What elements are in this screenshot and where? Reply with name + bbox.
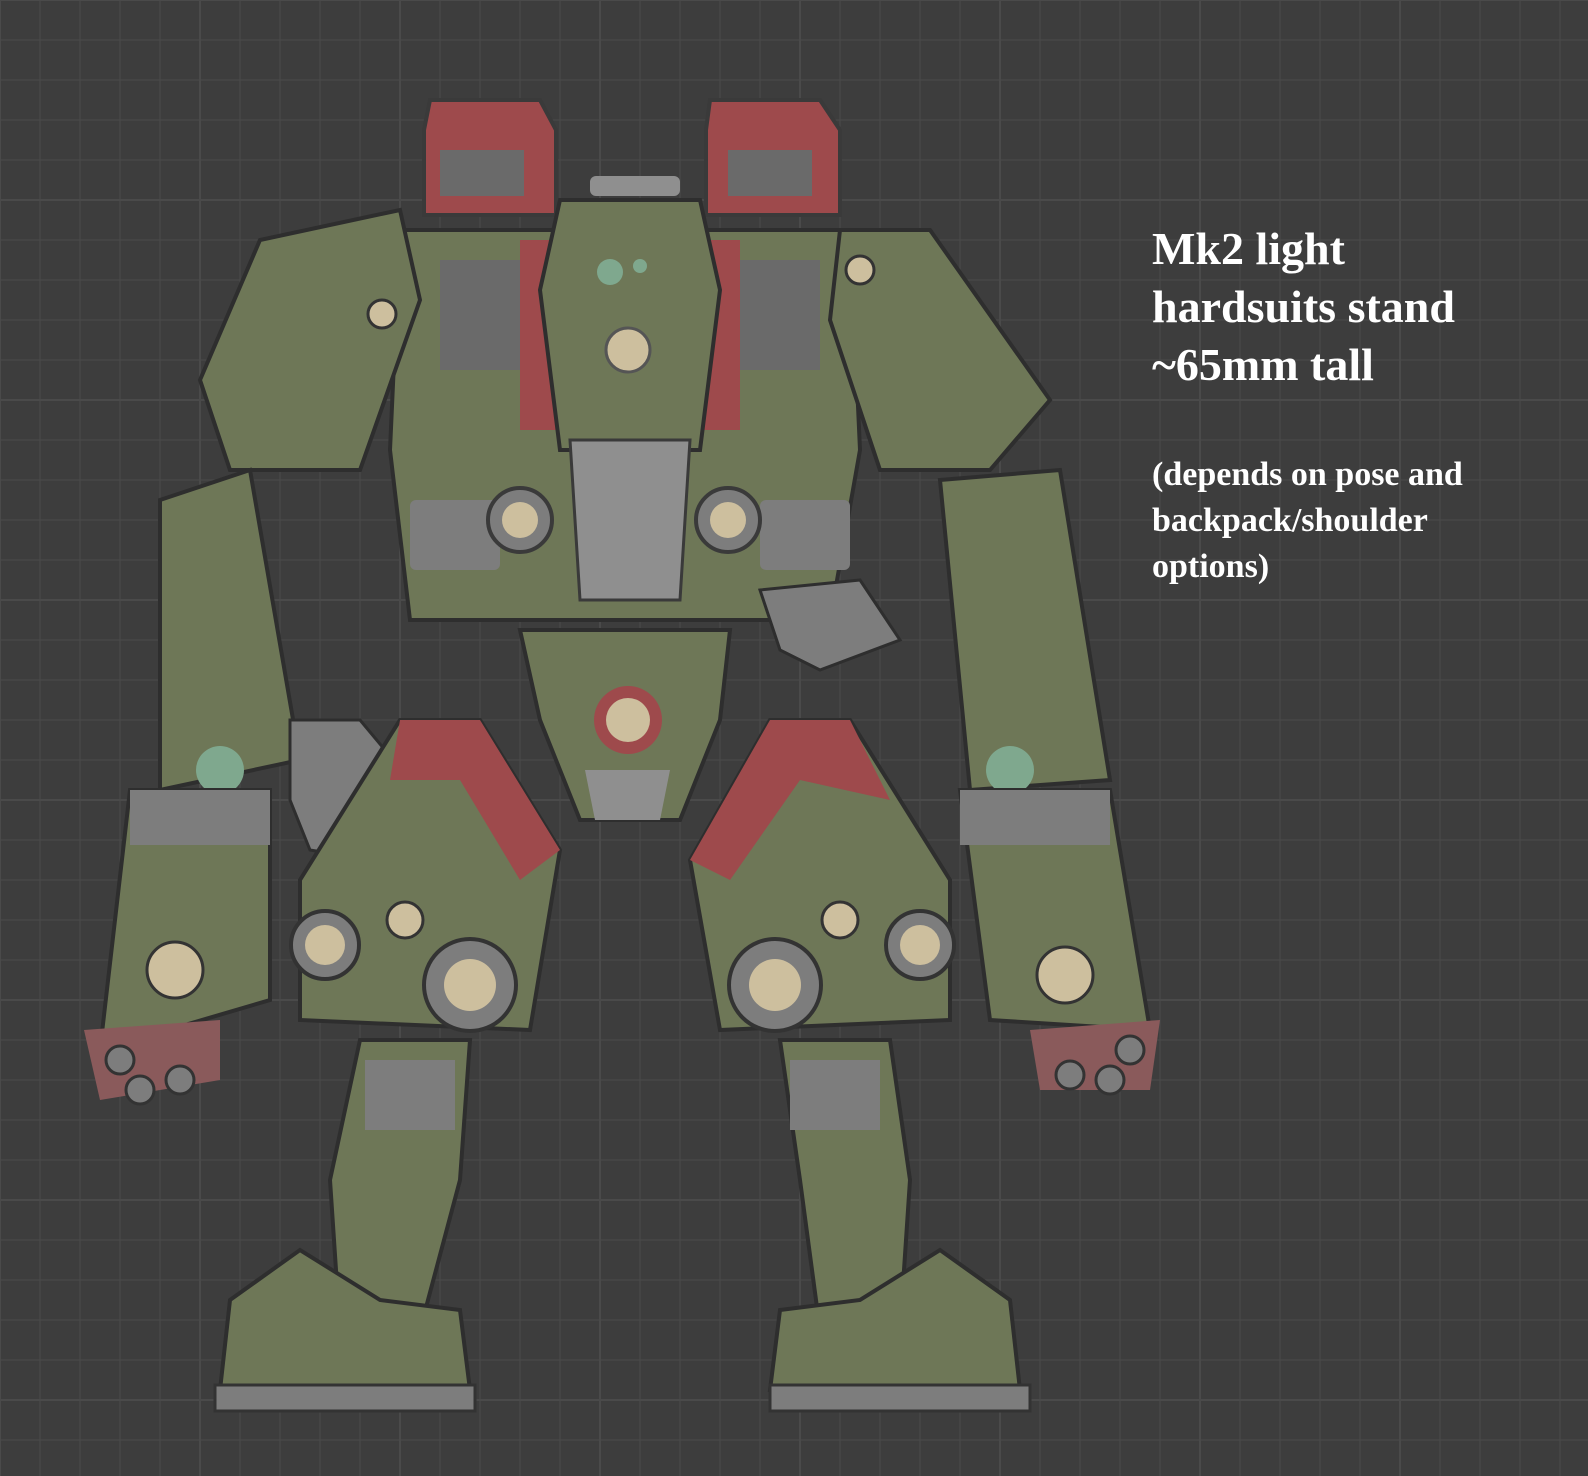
caption-title-line-2: hardsuits stand [1152,281,1455,332]
left-forearm [84,746,272,1106]
caption-title-line-3: ~65mm tall [1152,339,1374,390]
caption-note: (depends on pose and backpack/shoulder o… [1152,452,1572,590]
backpack [422,98,842,217]
right-thigh [687,718,956,1033]
left-lower-leg [213,1038,477,1413]
caption-title-line-1: Mk2 light [1152,223,1345,274]
pelvis [517,628,733,822]
torso [387,198,863,622]
caption-note-line-3: options) [1152,548,1270,585]
left-shoulder [158,207,423,793]
caption-note-line-2: backpack/shoulder [1152,502,1428,539]
caption-note-line-1: (depends on pose and [1152,456,1463,493]
right-forearm [957,746,1160,1096]
right-shoulder [827,228,1113,793]
caption-title: Mk2 light hardsuits stand ~65mm tall [1152,220,1572,394]
3d-viewport[interactable]: Mk2 light hardsuits stand ~65mm tall (de… [0,0,1588,1476]
right-lower-leg [767,1038,1032,1413]
